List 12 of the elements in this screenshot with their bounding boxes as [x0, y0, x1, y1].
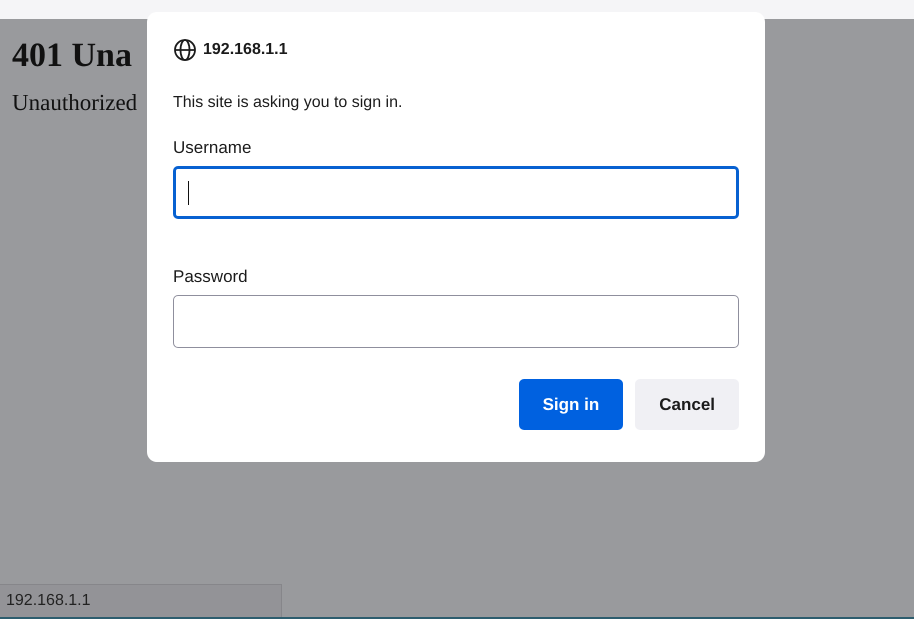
globe-icon — [173, 38, 197, 62]
field-label: Username — [173, 138, 252, 158]
status-url: 192.168.1.1 — [0, 584, 282, 617]
sign-in-prompt: This site is asking you to sign in. — [173, 94, 404, 112]
field-label: Password — [173, 267, 248, 287]
site-host: 192.168.1.1 — [203, 41, 288, 59]
password-field[interactable] — [173, 295, 739, 348]
error-message: Unauthorized — [12, 89, 138, 117]
cancel-button[interactable]: Cancel — [635, 379, 739, 430]
sign-in-button[interactable]: Sign in — [518, 379, 624, 430]
username-field[interactable] — [173, 166, 739, 219]
page-heading: 401 Una — [12, 36, 132, 76]
